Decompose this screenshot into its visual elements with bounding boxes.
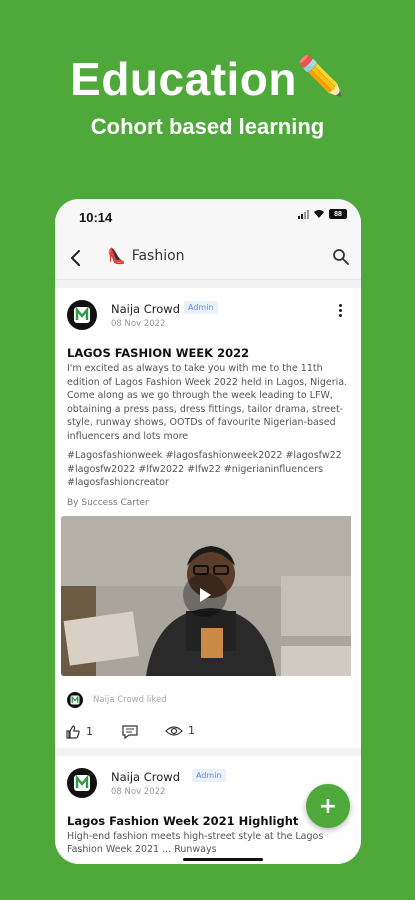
- naija-crowd-logo-icon: [70, 694, 80, 704]
- page-title-label: Fashion: [131, 248, 185, 264]
- more-options-icon[interactable]: [339, 304, 343, 319]
- search-icon[interactable]: [331, 247, 351, 267]
- post-author[interactable]: Naija Crowd: [111, 770, 180, 784]
- naija-crowd-logo-icon: [74, 306, 90, 323]
- post-byline: By Success Carter: [67, 497, 149, 508]
- play-button[interactable]: [183, 572, 227, 617]
- views-indicator: 1: [165, 724, 195, 738]
- post-body: I'm excited as always to take you with m…: [67, 363, 348, 442]
- status-bar: 10:14 88: [55, 199, 361, 235]
- eye-icon: [165, 725, 183, 736]
- post-hashtags: #Lagosfashionweek #lagosfashionweek2022 …: [67, 450, 342, 488]
- back-arrow-icon[interactable]: [65, 247, 87, 269]
- hero-title-text: Education: [70, 53, 297, 105]
- liked-by-text: Naija Crowd liked: [93, 694, 167, 705]
- like-count: 1: [86, 725, 93, 738]
- page-title: 👠 Fashion: [107, 247, 185, 265]
- wifi-icon: [314, 210, 324, 218]
- app-bar: 👠 Fashion: [55, 235, 361, 280]
- admin-badge: Admin: [184, 301, 218, 314]
- naija-crowd-logo-icon: [74, 774, 90, 791]
- signal-icon: [298, 209, 309, 219]
- post-date: 08 Nov 2022: [111, 786, 166, 797]
- status-time: 10:14: [79, 210, 113, 225]
- home-indicator: [183, 858, 263, 861]
- high-heel-icon: 👠: [107, 247, 126, 265]
- admin-badge: Admin: [192, 768, 226, 782]
- liker-avatar: [67, 691, 83, 708]
- comment-icon: [122, 724, 138, 739]
- hero-title: Education✏️: [0, 52, 415, 106]
- status-icons: 88: [298, 209, 347, 219]
- post-date: 08 Nov 2022: [111, 319, 166, 329]
- thumbs-up-icon: [66, 724, 80, 739]
- post-card[interactable]: Naija Crowd Admin 08 Nov 2022 LAGOS FASH…: [55, 288, 361, 748]
- post-body: High-end fashion meets high-street style…: [67, 830, 324, 856]
- post-actions: 1 1: [65, 720, 351, 748]
- liked-by-row: Naija Crowd liked: [65, 680, 351, 720]
- create-post-button[interactable]: +: [306, 784, 350, 828]
- post-header: Naija Crowd Admin 08 Nov 2022: [65, 288, 351, 340]
- post-author[interactable]: Naija Crowd: [111, 302, 180, 316]
- play-icon: [200, 587, 211, 602]
- comment-button[interactable]: [121, 724, 139, 740]
- post-title: Lagos Fashion Week 2021 Highlight: [67, 813, 299, 828]
- battery-icon: 88: [329, 209, 347, 219]
- pencil-icon: ✏️: [297, 56, 345, 98]
- phone-screen: 10:14 88 👠 Fashion Naija Crowd Admin 08 …: [55, 199, 361, 864]
- avatar[interactable]: [67, 300, 97, 330]
- like-button[interactable]: 1: [65, 724, 93, 740]
- video-thumbnail[interactable]: [61, 515, 355, 676]
- view-count: 1: [188, 724, 195, 737]
- hero-subtitle: Cohort based learning: [90, 114, 325, 139]
- post-title: LAGOS FASHION WEEK 2022: [67, 346, 250, 360]
- avatar[interactable]: [67, 767, 97, 798]
